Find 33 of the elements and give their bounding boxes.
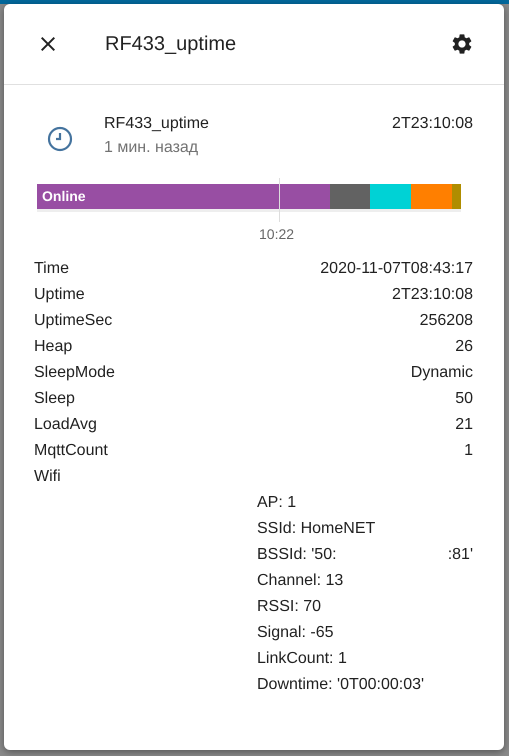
attribute-value: Dynamic <box>410 363 473 383</box>
attribute-value: 256208 <box>420 311 473 331</box>
timeline-segment: Online <box>37 184 330 209</box>
wifi-attribute: SSId: HomeNET <box>257 519 376 539</box>
attribute-value: 21 <box>455 415 473 435</box>
entity-name: RF433_uptime <box>104 114 210 134</box>
wifi-attribute: BSSId: '50: <box>257 545 337 565</box>
wifi-attribute: Downtime: '0T00:00:03' <box>257 675 424 695</box>
attribute-name: Wifi <box>34 467 61 487</box>
attribute-value: 50 <box>455 389 473 409</box>
attribute-name: Time <box>34 259 69 279</box>
time-tick-label: 10:22 <box>259 226 294 242</box>
dialog-title: RF433_uptime <box>105 32 238 56</box>
attribute-name: Heap <box>34 337 72 357</box>
wifi-attribute-tail: :81' <box>448 545 473 565</box>
attribute-name: UptimeSec <box>34 311 112 331</box>
attribute-name: LoadAvg <box>34 415 97 435</box>
entity-state: 2T23:10:08 <box>392 114 473 134</box>
attribute-value: 2020-11-07T08:43:17 <box>320 259 473 279</box>
attribute-value: 2T23:10:08 <box>392 285 473 305</box>
attribute-name: Sleep <box>34 389 75 409</box>
attribute-value: 26 <box>455 337 473 357</box>
attribute-name: Uptime <box>34 285 85 305</box>
wifi-attribute: AP: 1 <box>257 493 296 513</box>
attribute-name: MqttCount <box>34 441 108 461</box>
wifi-attribute: LinkCount: 1 <box>257 649 347 669</box>
last-changed-text: 1 мин. назад <box>104 138 200 158</box>
wifi-attribute: Signal: -65 <box>257 623 334 643</box>
wifi-attribute: Channel: 13 <box>257 571 344 591</box>
wifi-attribute: RSSI: 70 <box>257 597 322 617</box>
attribute-value: 1 <box>464 441 473 461</box>
attribute-name: SleepMode <box>34 363 115 383</box>
settings-icon[interactable] <box>450 32 474 56</box>
